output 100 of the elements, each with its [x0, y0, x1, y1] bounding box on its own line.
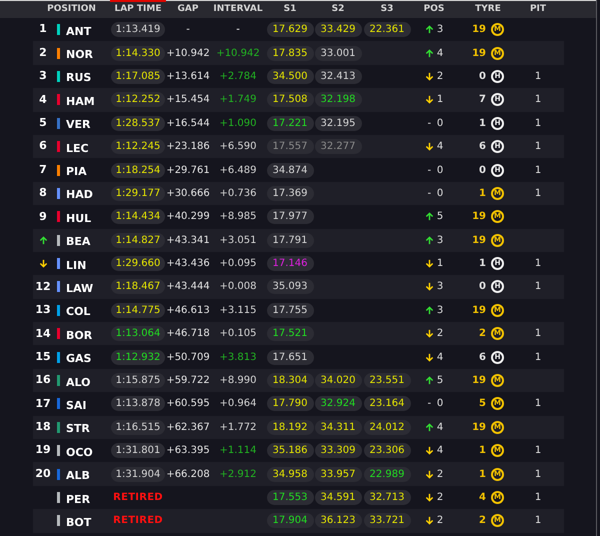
column-header[interactable]: S2 [314, 1, 362, 18]
lap-time: 1:14.775 [110, 302, 166, 318]
status-label: RETIRED [113, 514, 163, 528]
lap-time: 1:31.801 [110, 443, 166, 458]
interval-value: +1.749 [219, 93, 256, 108]
sector-time: 33.957 [314, 466, 362, 482]
column-header[interactable]: S3 [362, 1, 412, 18]
driver-code: HUL [66, 212, 92, 225]
sector-time: 23.164 [364, 396, 410, 412]
position-number: 17 [35, 396, 51, 412]
tyre-age: 7 [478, 93, 486, 108]
position-change: 0 [436, 397, 444, 412]
interval-value: +8.990 [219, 374, 256, 388]
driver-code: GAS [66, 352, 92, 366]
sector-time: 36.123 [314, 513, 362, 528]
gap-value: +13.614 [166, 70, 210, 84]
driver-code: SAI [66, 398, 87, 412]
driver-code: BEA [66, 235, 90, 248]
up-arrow-icon [424, 422, 434, 432]
position-change: 3 [436, 304, 444, 318]
gap-value: +23.186 [166, 140, 210, 154]
tyre-age: 0 [478, 70, 486, 84]
interval-value: +2.784 [219, 70, 256, 84]
lap-time: 1:29.660 [110, 256, 166, 272]
driver-code: ALB [66, 469, 90, 482]
tyre-age: 19 [471, 23, 486, 38]
driver-code: ALO [66, 376, 90, 389]
no-change-mark: - [426, 397, 432, 412]
driver-code: PIA [66, 165, 87, 178]
tyre-age: 19 [471, 234, 486, 248]
gap-value: +59.722 [166, 374, 210, 388]
status-label: RETIRED [113, 491, 163, 505]
driver-code: BOR [66, 328, 92, 342]
tyre-age: 5 [478, 397, 486, 412]
tyre-age: 2 [478, 327, 486, 342]
up-arrow-icon [424, 376, 434, 386]
gap-value: +46.718 [166, 327, 210, 342]
tyre-age: 19 [471, 374, 486, 388]
driver-code: RUS [66, 71, 92, 84]
pit-count: 1 [534, 491, 542, 505]
interval-value: +1.114 [219, 444, 256, 458]
sector-time: 17.369 [266, 186, 314, 201]
column-header[interactable]: S1 [266, 1, 314, 18]
tyre-age: 1 [478, 257, 486, 272]
interval-value: +6.590 [219, 140, 256, 154]
sector-time: 17.146 [266, 256, 314, 272]
sector-time: 17.755 [266, 302, 314, 318]
up-arrow-icon [424, 48, 434, 58]
interval-value: +0.736 [219, 186, 256, 201]
sector-time: 35.093 [266, 279, 314, 294]
sector-time: 22.361 [364, 22, 410, 38]
pit-count: 1 [534, 93, 542, 108]
gap-value: +29.761 [166, 164, 210, 178]
column-header[interactable]: PIT [520, 1, 556, 18]
down-arrow-icon [424, 95, 434, 104]
sector-time: 34.958 [266, 466, 314, 482]
interval-value: +10.942 [216, 46, 260, 61]
sector-time: 32.713 [364, 490, 410, 505]
position-number: 19 [35, 442, 51, 458]
position-number: 4 [39, 92, 47, 108]
driver-code: NOR [66, 48, 94, 62]
column-header[interactable]: POSITION [33, 1, 110, 18]
pit-count: 1 [534, 116, 542, 131]
column-header[interactable]: INTERVAL [210, 1, 266, 18]
gap-value: - [186, 23, 190, 38]
no-change-mark: - [426, 116, 432, 131]
column-header[interactable]: TYRE [456, 1, 520, 18]
interval-value: +0.964 [219, 397, 256, 412]
lap-time: 1:14.330 [110, 46, 166, 61]
sector-time: 33.721 [364, 513, 410, 528]
down-arrow-icon [424, 493, 434, 502]
pit-count: 1 [534, 140, 542, 154]
down-arrow-icon [38, 259, 48, 268]
driver-code: LEC [66, 142, 89, 155]
up-arrow-icon [424, 306, 434, 315]
sector-time: 34.874 [266, 162, 314, 178]
gap-value: +43.341 [166, 234, 210, 248]
position-change: 0 [436, 186, 444, 201]
position-change: 3 [436, 280, 444, 294]
position-number: 13 [35, 302, 51, 318]
lap-time: 1:12.245 [110, 139, 166, 154]
interval-value: +1.090 [219, 116, 256, 131]
lap-time: 1:18.254 [110, 162, 166, 178]
column-header[interactable]: LAP TIME [110, 0, 166, 18]
position-number: 18 [35, 419, 51, 436]
down-arrow-icon [424, 352, 434, 362]
sector-time: 17.791 [266, 232, 314, 248]
position-change: 0 [436, 116, 444, 131]
position-number: 5 [39, 115, 47, 131]
up-arrow-icon [424, 25, 434, 34]
gap-value: +30.666 [166, 186, 210, 201]
column-header[interactable]: GAP [166, 1, 210, 18]
column-header[interactable]: POS [412, 1, 456, 18]
position-change: 2 [436, 491, 444, 505]
gap-value: +40.299 [166, 210, 210, 224]
lap-time: 1:14.434 [110, 209, 166, 224]
up-arrow-icon [424, 212, 434, 222]
sector-time: 17.629 [266, 22, 314, 38]
position-number: 6 [39, 138, 47, 154]
down-arrow-icon [424, 470, 434, 479]
